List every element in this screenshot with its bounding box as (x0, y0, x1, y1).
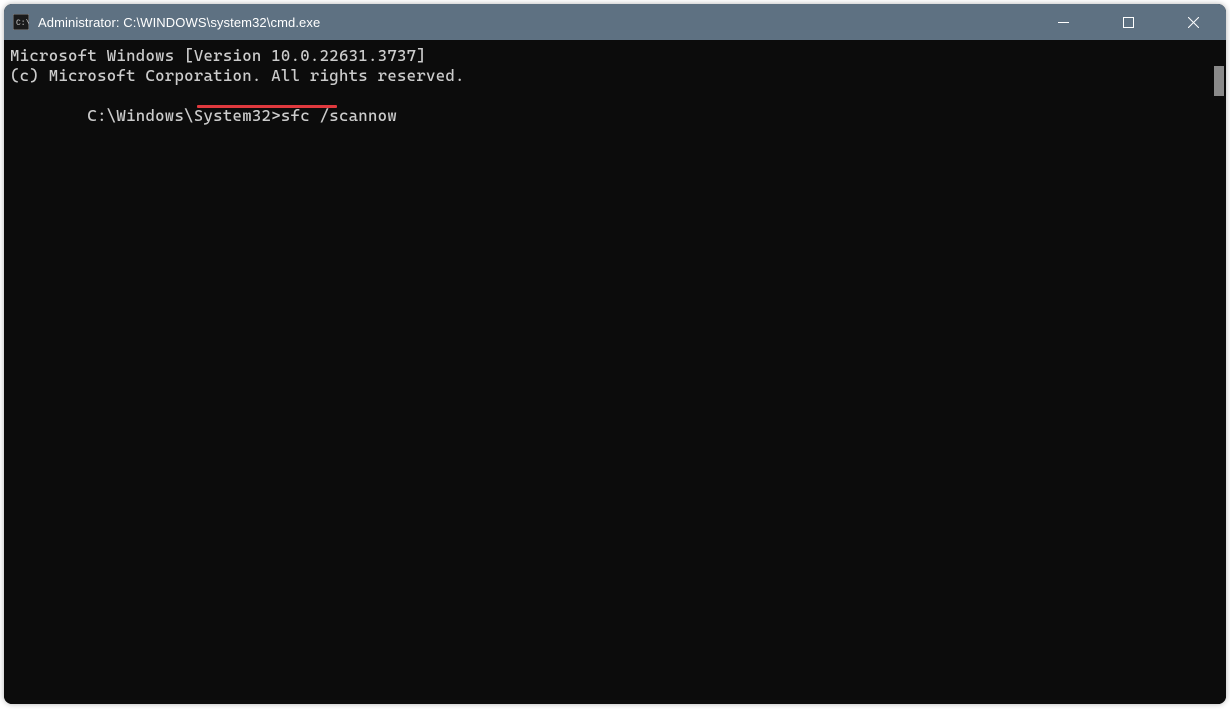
window-controls (1031, 4, 1226, 40)
annotation-underline (197, 105, 337, 108)
close-icon (1188, 17, 1199, 28)
window-title: Administrator: C:\WINDOWS\system32\cmd.e… (38, 15, 1031, 30)
cmd-window: C:\ Administrator: C:\WINDOWS\system32\c… (4, 4, 1226, 704)
terminal-prompt-line: C:\Windows\System32>sfc /scannow (10, 86, 397, 166)
terminal-line: Microsoft Windows [Version 10.0.22631.37… (10, 46, 1208, 66)
scrollbar-track[interactable] (1210, 40, 1226, 704)
titlebar[interactable]: C:\ Administrator: C:\WINDOWS\system32\c… (4, 4, 1226, 40)
maximize-icon (1123, 17, 1134, 28)
typed-command: sfc /scannow (281, 106, 397, 125)
svg-text:C:\: C:\ (16, 19, 29, 28)
scrollbar-thumb[interactable] (1214, 66, 1224, 96)
close-button[interactable] (1161, 4, 1226, 40)
minimize-icon (1058, 17, 1069, 28)
terminal-line: (c) Microsoft Corporation. All rights re… (10, 66, 1208, 86)
prompt-path: C:\Windows\System32> (87, 106, 281, 125)
maximize-button[interactable] (1096, 4, 1161, 40)
terminal-content: Microsoft Windows [Version 10.0.22631.37… (10, 46, 1208, 704)
cmd-icon: C:\ (12, 13, 30, 31)
minimize-button[interactable] (1031, 4, 1096, 40)
terminal-body[interactable]: Microsoft Windows [Version 10.0.22631.37… (4, 40, 1226, 704)
